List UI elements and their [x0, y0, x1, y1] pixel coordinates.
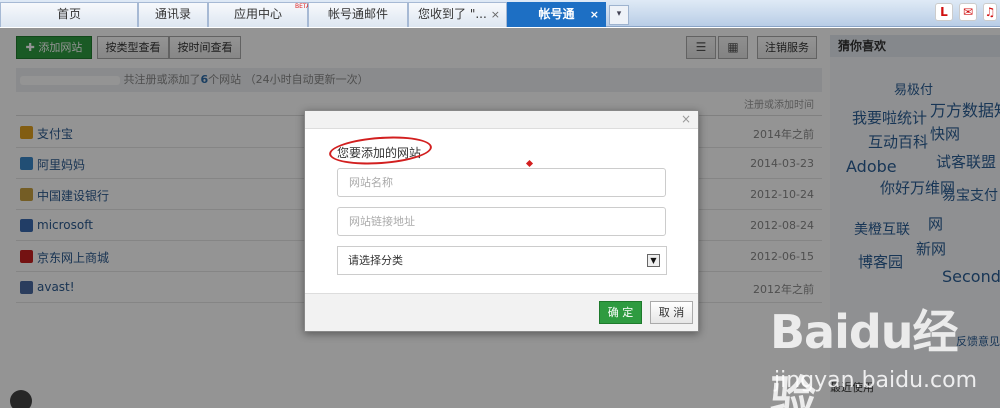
chevron-down-icon: ▾	[616, 9, 622, 19]
close-icon[interactable]: ×	[681, 112, 691, 126]
tab-account-pass[interactable]: 帐号通 ×	[507, 2, 606, 27]
app-icon[interactable]: ♫	[983, 3, 997, 21]
site-name-placeholder: 网站名称	[349, 176, 393, 189]
site-url-field[interactable]: 网站链接地址	[337, 207, 666, 236]
tab-label: 帐号通邮件	[327, 7, 388, 21]
tab-label: 首页	[56, 7, 81, 21]
dialog-header: ×	[305, 111, 698, 129]
tab-label: 帐号通	[538, 7, 575, 21]
tab-account-mail[interactable]: 帐号通邮件	[308, 2, 408, 27]
tab-more-button[interactable]: ▾	[609, 5, 629, 25]
tab-label: 应用中心	[233, 7, 282, 21]
confirm-button[interactable]: 确 定	[599, 301, 642, 324]
tab-app-center[interactable]: 应用中心 BETA	[208, 2, 310, 27]
mail-icon[interactable]: ✉	[959, 3, 977, 21]
tab-contacts[interactable]: 通讯录	[138, 2, 208, 27]
tab-home[interactable]: 首页	[0, 2, 138, 27]
category-value: 请选择分类	[348, 254, 403, 267]
add-site-dialog: × 您要添加的网站 网站名称 网站链接地址 请选择分类 ▼ 确 定 取 消	[304, 110, 699, 332]
dropdown-arrow-icon: ▼	[647, 254, 660, 267]
site-name-field[interactable]: 网站名称	[337, 168, 666, 197]
close-icon[interactable]: ×	[590, 3, 599, 26]
tab-bar: 首页 通讯录 应用中心 BETA 帐号通邮件 您收到了 "... × 帐号通 × ▾ …	[0, 0, 1000, 27]
tab-label: 您收到了 "...	[418, 7, 487, 21]
category-select[interactable]: 请选择分类 ▼	[337, 246, 667, 275]
annotation-dot	[525, 159, 534, 168]
annotation-circle	[328, 133, 433, 168]
tab-label: 通讯录	[154, 7, 191, 21]
cancel-button[interactable]: 取 消	[650, 301, 693, 324]
site-url-placeholder: 网站链接地址	[349, 215, 415, 228]
watermark-url: jingyan.baidu.com	[774, 368, 978, 393]
app-l-icon[interactable]: L	[935, 3, 953, 21]
baidu-watermark: Baidu经验 jingyan.baidu.com	[770, 296, 1000, 408]
tab-received[interactable]: 您收到了 "... ×	[408, 2, 507, 27]
close-icon[interactable]: ×	[491, 3, 500, 26]
